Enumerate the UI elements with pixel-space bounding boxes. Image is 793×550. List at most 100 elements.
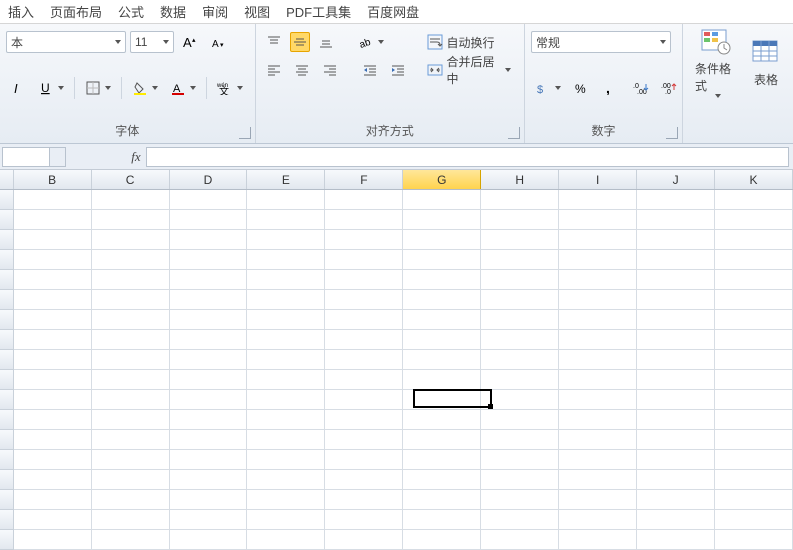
cell[interactable] (403, 530, 481, 550)
cell[interactable] (481, 190, 559, 210)
cell[interactable] (715, 330, 793, 350)
cell[interactable] (637, 210, 715, 230)
cell[interactable] (481, 530, 559, 550)
formula-bar-input[interactable] (146, 147, 789, 167)
cell[interactable] (403, 370, 481, 390)
cell[interactable] (559, 210, 637, 230)
cell[interactable] (637, 390, 715, 410)
cell[interactable] (92, 490, 170, 510)
name-box[interactable] (2, 147, 50, 167)
cell[interactable] (14, 270, 92, 290)
cell[interactable] (715, 510, 793, 530)
cell[interactable] (247, 190, 325, 210)
cell[interactable] (14, 510, 92, 530)
cell[interactable] (92, 430, 170, 450)
cell[interactable] (247, 490, 325, 510)
cell[interactable] (92, 330, 170, 350)
column-header-F[interactable]: F (325, 170, 403, 189)
merge-center-button[interactable]: 合并后居中 (420, 50, 518, 90)
tab-page-layout[interactable]: 页面布局 (50, 2, 102, 21)
tab-data[interactable]: 数据 (160, 2, 186, 21)
cell[interactable] (403, 450, 481, 470)
cell[interactable] (14, 250, 92, 270)
cell[interactable] (247, 230, 325, 250)
cell[interactable] (247, 250, 325, 270)
accounting-format-button[interactable]: $ (531, 77, 565, 99)
align-middle-button[interactable] (290, 32, 310, 52)
cell[interactable] (715, 450, 793, 470)
cell[interactable] (637, 410, 715, 430)
cell[interactable] (170, 410, 248, 430)
cell[interactable] (715, 470, 793, 490)
row-header[interactable] (0, 190, 14, 210)
cell[interactable] (247, 470, 325, 490)
cell[interactable] (325, 350, 403, 370)
row-header[interactable] (0, 250, 14, 270)
cell[interactable] (403, 430, 481, 450)
cell[interactable] (170, 450, 248, 470)
row-header[interactable] (0, 410, 14, 430)
decrease-indent-button[interactable] (358, 59, 382, 81)
cell[interactable] (403, 250, 481, 270)
cell[interactable] (637, 530, 715, 550)
cell[interactable] (170, 250, 248, 270)
cell[interactable] (247, 510, 325, 530)
column-header-I[interactable]: I (559, 170, 637, 189)
decrease-decimal-button[interactable]: .00.0 (657, 77, 681, 99)
cell[interactable] (481, 250, 559, 270)
cell[interactable] (170, 530, 248, 550)
row-header[interactable] (0, 490, 14, 510)
italic-button[interactable]: I (6, 77, 30, 99)
cell[interactable] (247, 350, 325, 370)
cell[interactable] (325, 470, 403, 490)
cell[interactable] (559, 410, 637, 430)
cell[interactable] (715, 530, 793, 550)
cell[interactable] (14, 490, 92, 510)
number-group-launcher[interactable] (666, 127, 678, 139)
cell[interactable] (14, 390, 92, 410)
cell[interactable] (559, 190, 637, 210)
tab-insert[interactable]: 插入 (8, 2, 34, 21)
row-header[interactable] (0, 290, 14, 310)
cell[interactable] (481, 350, 559, 370)
cell[interactable] (559, 370, 637, 390)
increase-indent-button[interactable] (386, 59, 410, 81)
cell[interactable] (481, 430, 559, 450)
tab-netdisk[interactable]: 百度网盘 (367, 2, 419, 21)
cell[interactable] (715, 290, 793, 310)
cell[interactable] (481, 270, 559, 290)
tab-review[interactable]: 审阅 (202, 2, 228, 21)
alignment-group-launcher[interactable] (508, 127, 520, 139)
cell[interactable] (170, 310, 248, 330)
row-header[interactable] (0, 470, 14, 490)
cell[interactable] (92, 250, 170, 270)
column-header-K[interactable]: K (715, 170, 793, 189)
cell[interactable] (325, 230, 403, 250)
cell[interactable] (403, 410, 481, 430)
borders-button[interactable] (81, 77, 115, 99)
cell[interactable] (715, 370, 793, 390)
cell[interactable] (559, 510, 637, 530)
tab-formulas[interactable]: 公式 (118, 2, 144, 21)
cell[interactable] (247, 410, 325, 430)
cell[interactable] (559, 250, 637, 270)
row-header[interactable] (0, 430, 14, 450)
cell[interactable] (637, 230, 715, 250)
name-box-dropdown[interactable] (50, 147, 66, 167)
cell[interactable] (715, 250, 793, 270)
phonetic-guide-button[interactable]: wén文 (213, 77, 247, 99)
cell[interactable] (637, 350, 715, 370)
cell[interactable] (325, 530, 403, 550)
cell[interactable] (559, 430, 637, 450)
format-as-table-button[interactable]: 表格 (747, 30, 785, 96)
cell[interactable] (14, 310, 92, 330)
cell[interactable] (637, 290, 715, 310)
cell[interactable] (92, 230, 170, 250)
cell[interactable] (715, 350, 793, 370)
cell[interactable] (637, 270, 715, 290)
cell[interactable] (325, 290, 403, 310)
cell[interactable] (325, 430, 403, 450)
cell[interactable] (637, 330, 715, 350)
cell[interactable] (481, 370, 559, 390)
cell[interactable] (481, 330, 559, 350)
